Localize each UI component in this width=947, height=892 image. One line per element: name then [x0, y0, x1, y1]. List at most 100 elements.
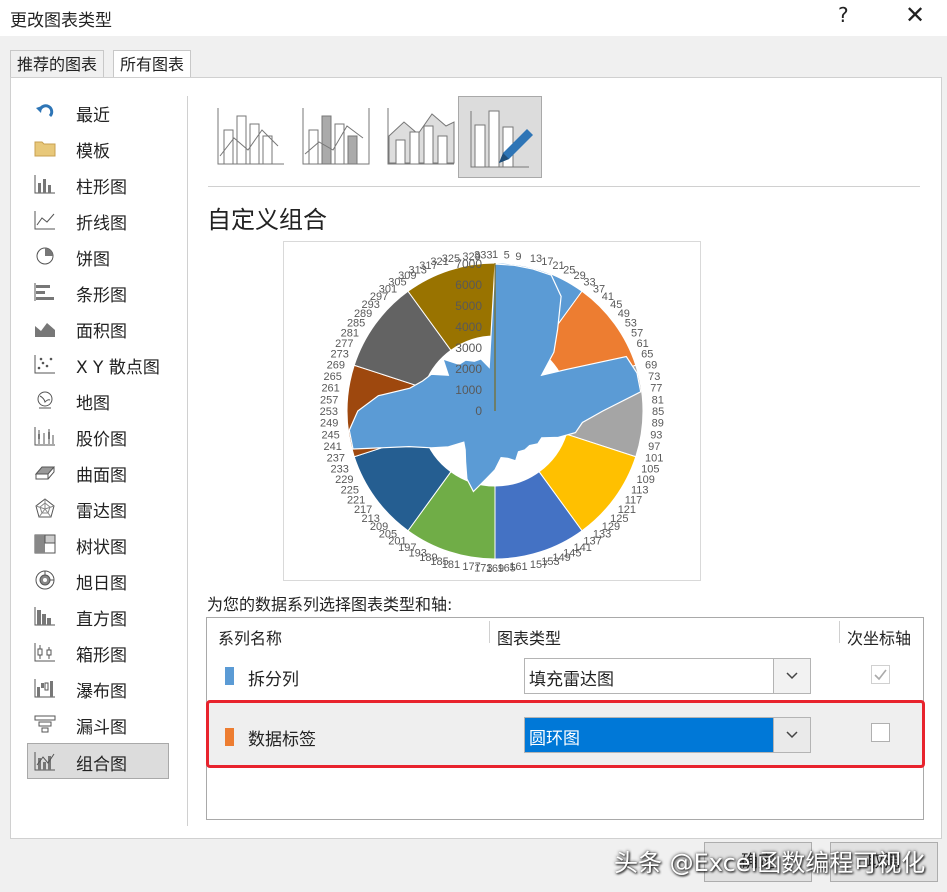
- nav-label-area: 面积图: [76, 322, 127, 342]
- category-label: 157: [530, 559, 548, 571]
- map-chart-icon: [37, 391, 53, 409]
- header-divider: [839, 621, 840, 643]
- nav-item-scatter[interactable]: X Y 散点图: [28, 347, 168, 381]
- clustered-column-line-icon: [217, 108, 284, 165]
- category-label: 265: [324, 371, 342, 383]
- dropdown-button[interactable]: [773, 659, 810, 693]
- header-chart-type: 图表类型: [497, 629, 562, 648]
- header-series-name: 系列名称: [218, 629, 283, 648]
- close-button[interactable]: ✕: [905, 1, 925, 29]
- category-label: 85: [652, 406, 664, 418]
- chart-type-select-data-labels[interactable]: 圆环图: [524, 717, 811, 753]
- selected-series-row[interactable]: 数据标签 圆环图: [206, 700, 925, 768]
- chart-preview: 0 1000 2000 3000 4000 5000 6000 7000 1 5 9 13 17 21 2…: [283, 241, 701, 581]
- category-label: 273: [331, 349, 349, 361]
- nav-item-radar[interactable]: 雷达图: [28, 491, 168, 525]
- nav-item-waterfall[interactable]: 瀑布图: [28, 671, 168, 705]
- category-label: 277: [335, 338, 353, 350]
- series-instruction: 为您的数据系列选择图表类型和轴:: [207, 595, 453, 614]
- combo-chart-icon: [34, 752, 55, 771]
- subtype-divider: [208, 186, 920, 187]
- subtype-custom-combination[interactable]: [458, 96, 542, 178]
- nav-label-pie: 饼图: [76, 250, 110, 270]
- nav-item-bar[interactable]: 条形图: [28, 275, 168, 309]
- subtype-stacked-area-column[interactable]: [380, 96, 462, 176]
- category-label: 225: [341, 485, 359, 497]
- nav-label-recent: 最近: [76, 106, 110, 126]
- category-label: 1: [492, 249, 498, 261]
- nav-item-templates[interactable]: 模板: [28, 131, 168, 165]
- subtype-clustered-column-line[interactable]: [210, 96, 292, 176]
- pie-chart-icon: [36, 247, 54, 265]
- nav-label-treemap: 树状图: [76, 538, 127, 558]
- nav-item-sunburst[interactable]: 旭日图: [28, 563, 168, 597]
- nav-label-column: 柱形图: [76, 178, 127, 198]
- category-label: 233: [331, 463, 349, 475]
- nav-label-map: 地图: [76, 394, 110, 414]
- chart-type-value: 圆环图: [529, 729, 580, 749]
- column-line-secondary-icon: [302, 108, 370, 165]
- series-name-split-column: 拆分列: [248, 670, 299, 690]
- radial-tick-label: 2000: [455, 362, 482, 376]
- chart-type-select-split-column[interactable]: 填充雷达图: [524, 658, 811, 694]
- radial-tick-label: 3000: [455, 341, 482, 355]
- folder-icon: [34, 141, 56, 157]
- secondary-axis-checkbox-split-column[interactable]: [871, 665, 890, 684]
- nav-item-stock[interactable]: 股价图: [28, 419, 168, 453]
- stock-chart-icon: [34, 427, 55, 446]
- nav-item-area[interactable]: 面积图: [28, 311, 168, 345]
- radial-tick-label: 6000: [455, 278, 482, 292]
- checkmark-icon: [874, 669, 887, 681]
- series-color-swatch: [225, 667, 234, 685]
- header-divider: [489, 621, 490, 643]
- nav-item-boxwhisker[interactable]: 箱形图: [28, 635, 168, 669]
- category-label: 9: [515, 251, 521, 263]
- sunburst-icon: [35, 570, 55, 590]
- nav-item-column[interactable]: 柱形图: [28, 167, 168, 201]
- subtype-column-line-secondary[interactable]: [295, 96, 377, 176]
- nav-item-combo[interactable]: 组合图: [27, 743, 169, 779]
- nav-label-bar: 条形图: [76, 286, 127, 306]
- category-label: 69: [645, 360, 657, 372]
- category-label: 177: [462, 561, 480, 573]
- nav-label-combo: 组合图: [76, 755, 127, 775]
- box-whisker-icon: [34, 643, 55, 662]
- category-label: 81: [652, 394, 664, 406]
- category-label: 77: [650, 383, 662, 395]
- preview-chart: 01000200030004000500060007000 1 5 9 13 17212…: [320, 249, 665, 575]
- category-label: 93: [650, 429, 662, 441]
- nav-item-line[interactable]: 折线图: [28, 203, 168, 237]
- treemap-icon: [34, 534, 56, 554]
- surface-chart-icon: [34, 466, 56, 480]
- histogram-icon: [34, 607, 55, 626]
- header-secondary-axis: 次坐标轴: [847, 629, 912, 648]
- recent-icon: [36, 104, 54, 118]
- tab-recommended[interactable]: 推荐的图表: [10, 50, 105, 78]
- category-label: 269: [327, 360, 345, 372]
- chart-type-value: 填充雷达图: [529, 670, 614, 690]
- series-name-data-labels: 数据标签: [248, 730, 316, 750]
- tab-all-charts[interactable]: 所有图表: [113, 50, 192, 79]
- nav-label-surface: 曲面图: [76, 466, 127, 486]
- nav-item-treemap[interactable]: 树状图: [28, 527, 168, 561]
- nav-item-map[interactable]: 地图: [28, 383, 168, 417]
- category-label: 5: [504, 249, 510, 261]
- nav-label-stock: 股价图: [76, 430, 127, 450]
- nav-label-waterfall: 瀑布图: [76, 682, 127, 702]
- series-color-swatch: [225, 728, 234, 746]
- category-label: 249: [320, 418, 338, 430]
- nav-label-boxwhisker: 箱形图: [76, 646, 127, 666]
- nav-item-funnel[interactable]: 漏斗图: [28, 707, 168, 741]
- nav-divider: [187, 96, 188, 826]
- category-label: 245: [321, 429, 339, 441]
- custom-combination-pencil-icon: [470, 110, 533, 168]
- nav-label-radar: 雷达图: [76, 502, 127, 522]
- help-button[interactable]: ?: [838, 3, 849, 27]
- nav-item-recent[interactable]: 最近: [28, 95, 168, 129]
- nav-item-histogram[interactable]: 直方图: [28, 599, 168, 633]
- nav-item-pie[interactable]: 饼图: [28, 239, 168, 273]
- secondary-axis-checkbox-data-labels[interactable]: [871, 723, 890, 742]
- nav-item-surface[interactable]: 曲面图: [28, 455, 168, 489]
- category-label: 325: [442, 253, 460, 265]
- dropdown-button[interactable]: [773, 718, 810, 752]
